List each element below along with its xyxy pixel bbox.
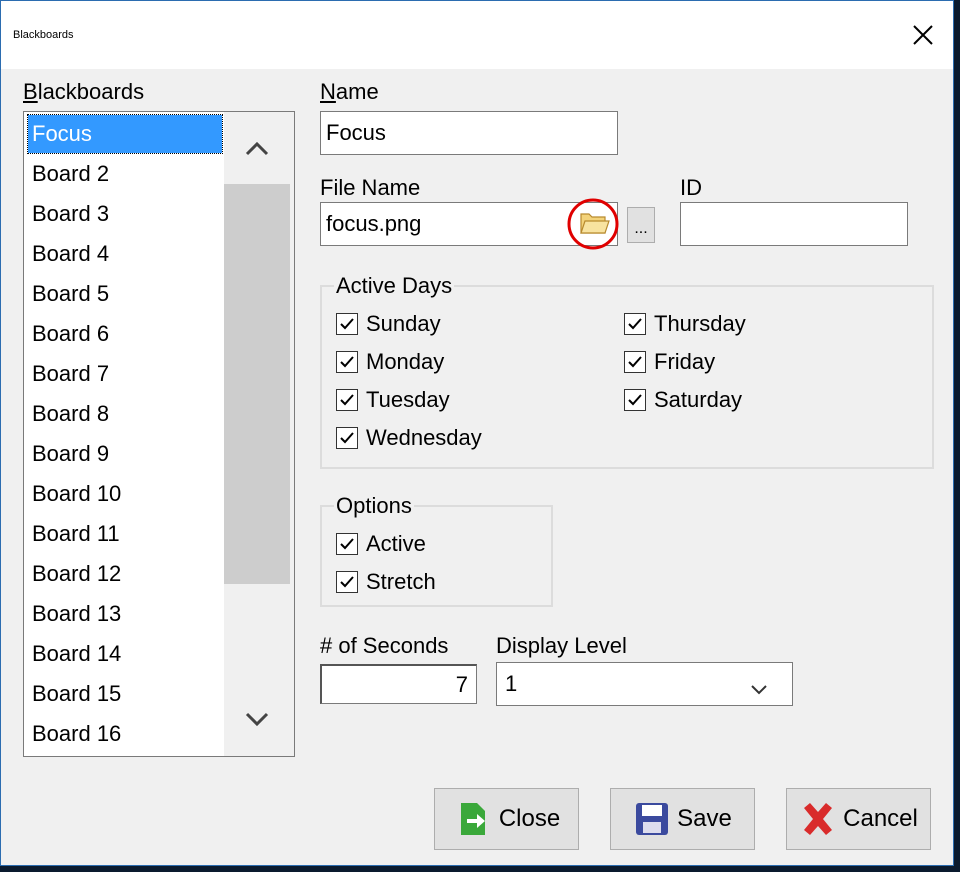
list-item[interactable]: Focus xyxy=(27,114,223,154)
checkbox-label: Active xyxy=(366,531,426,556)
check-icon xyxy=(624,313,646,335)
check-icon xyxy=(624,351,646,373)
scroll-up-button[interactable] xyxy=(224,112,290,184)
blackboards-dialog: Blackboards Blackboards Focus Board 2 Bo… xyxy=(0,0,954,866)
list-item[interactable]: Board 14 xyxy=(28,635,222,673)
seconds-label: # of Seconds xyxy=(320,633,449,658)
browse-button[interactable]: ... xyxy=(627,207,655,243)
list-item[interactable]: Board 2 xyxy=(28,155,222,193)
close-button[interactable]: Close xyxy=(434,788,579,850)
checkbox-label: Friday xyxy=(654,349,716,374)
tuesday-checkbox[interactable]: Tuesday xyxy=(336,387,450,413)
checkbox-label: Tuesday xyxy=(366,387,450,412)
folder-button[interactable] xyxy=(567,198,619,250)
close-button-label: Close xyxy=(498,805,561,832)
checkbox-label: Monday xyxy=(366,349,445,374)
checkbox-label: Wednesday xyxy=(366,425,482,450)
list-item[interactable]: Board 3 xyxy=(28,195,222,233)
name-label: Name xyxy=(320,79,379,104)
seconds-input[interactable]: 7 xyxy=(320,664,477,704)
cancel-button[interactable]: Cancel xyxy=(786,788,931,850)
list-item[interactable]: Board 9 xyxy=(28,435,222,473)
scroll-thumb[interactable] xyxy=(224,184,290,584)
close-icon xyxy=(913,25,933,45)
list-item[interactable]: Board 7 xyxy=(28,355,222,393)
save-button-label: Save xyxy=(677,805,732,832)
friday-checkbox[interactable]: Friday xyxy=(624,349,715,375)
window-title: Blackboards xyxy=(13,29,74,41)
list-scrollbar[interactable] xyxy=(224,112,294,756)
id-label: ID xyxy=(680,175,702,200)
check-icon xyxy=(336,389,358,411)
list-item[interactable]: Board 13 xyxy=(28,595,222,633)
sunday-checkbox[interactable]: Sunday xyxy=(336,311,441,337)
file-name-label: File Name xyxy=(320,175,421,200)
wednesday-checkbox[interactable]: Wednesday xyxy=(336,425,482,451)
monday-checkbox[interactable]: Monday xyxy=(336,349,444,375)
list-item[interactable]: Board 6 xyxy=(28,315,222,353)
list-item[interactable]: Board 12 xyxy=(28,555,222,593)
list-item[interactable]: Board 4 xyxy=(28,235,222,273)
options-title: Options xyxy=(334,493,414,519)
saturday-checkbox[interactable]: Saturday xyxy=(624,387,742,413)
blackboards-listbox[interactable]: Focus Board 2 Board 3 Board 4 Board 5 Bo… xyxy=(23,111,295,757)
chevron-down-icon xyxy=(245,712,269,727)
display-level-value: 1 xyxy=(505,671,518,696)
floppy-disk-icon xyxy=(633,800,671,838)
chevron-down-icon xyxy=(750,675,768,701)
checkbox-label: Thursday xyxy=(654,311,746,336)
folder-icon xyxy=(567,198,619,250)
display-level-label: Display Level xyxy=(496,633,627,658)
name-input[interactable]: Focus xyxy=(320,111,618,155)
cancel-button-label: Cancel xyxy=(843,805,918,832)
close-window-button[interactable] xyxy=(893,1,953,69)
exit-icon xyxy=(453,799,493,839)
check-icon xyxy=(624,389,646,411)
list-item[interactable]: Board 10 xyxy=(28,475,222,513)
check-icon xyxy=(336,571,358,593)
check-icon xyxy=(336,351,358,373)
title-bar: Blackboards xyxy=(1,1,953,69)
list-item[interactable]: Board 11 xyxy=(28,515,222,553)
check-icon xyxy=(336,427,358,449)
list-item[interactable]: Board 15 xyxy=(28,675,222,713)
check-icon xyxy=(336,533,358,555)
scroll-down-button[interactable] xyxy=(224,684,290,756)
list-item[interactable]: Board 16 xyxy=(28,715,222,753)
checkbox-label: Saturday xyxy=(654,387,743,412)
name-label-text: ame xyxy=(335,79,379,104)
file-name-value: focus.png xyxy=(326,211,422,236)
chevron-up-icon xyxy=(245,141,269,156)
display-level-select[interactable]: 1 xyxy=(496,662,793,706)
checkbox-label: Stretch xyxy=(366,569,436,594)
id-input[interactable] xyxy=(680,202,908,246)
thursday-checkbox[interactable]: Thursday xyxy=(624,311,746,337)
blackboards-label: Blackboards xyxy=(23,79,145,104)
active-days-title: Active Days xyxy=(334,273,455,299)
checkbox-label: Sunday xyxy=(366,311,441,336)
list-item[interactable]: Board 5 xyxy=(28,275,222,313)
cancel-x-icon xyxy=(799,800,837,838)
blackboards-label-text: lackboards xyxy=(37,79,145,104)
list-item[interactable]: Board 8 xyxy=(28,395,222,433)
stretch-checkbox[interactable]: Stretch xyxy=(336,569,436,595)
check-icon xyxy=(336,313,358,335)
active-checkbox[interactable]: Active xyxy=(336,531,426,557)
save-button[interactable]: Save xyxy=(610,788,755,850)
